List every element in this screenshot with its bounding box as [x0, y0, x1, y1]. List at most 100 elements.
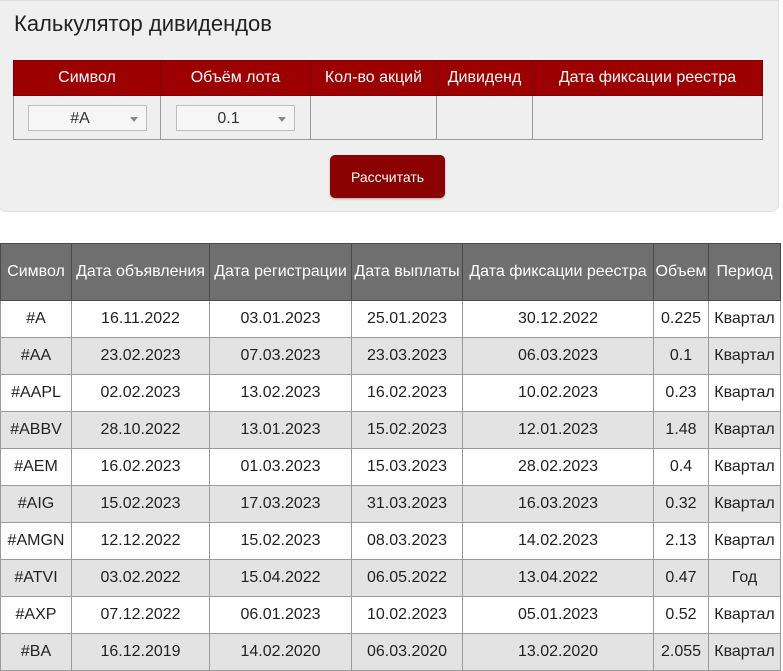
table-row: #AEM 16.02.2023 01.03.2023 15.03.2023 28.02.…	[0, 448, 781, 486]
record-date-cell: 16.03.2023	[462, 485, 654, 523]
registration-date-cell: 13.01.2023	[209, 411, 352, 449]
table-row: #AIG 15.02.2023 17.03.2023 31.03.2023 16.03.…	[0, 485, 781, 523]
table-row: #ATVI 03.02.2022 15.04.2022 06.05.2022 13.04…	[0, 559, 781, 597]
symbol-select[interactable]: #A	[27, 104, 147, 131]
calc-header-record-date: Дата фиксации реестра	[532, 60, 763, 96]
table-row: #AA 23.02.2023 07.03.2023 23.03.2023 06.03.2…	[0, 337, 781, 375]
record-date-cell: 14.02.2023	[462, 522, 654, 560]
payment-date-cell: 10.02.2023	[351, 596, 463, 634]
calc-header-lot: Объём лота	[160, 60, 311, 96]
record-date-cell: 13.02.2020	[462, 633, 654, 671]
volume-cell: 1.48	[653, 411, 709, 449]
payment-date-cell: 16.02.2023	[351, 374, 463, 412]
symbol-cell: #A	[13, 95, 161, 140]
period-cell: Квартал	[708, 374, 781, 412]
record-date-cell: 28.02.2023	[462, 448, 654, 486]
dividends-table-body: #A 16.11.2022 03.01.2023 25.01.2023 30.12.20…	[0, 300, 781, 671]
record-date-result-cell	[532, 95, 763, 140]
record-date-cell: 13.04.2022	[462, 559, 654, 597]
record-date-cell: 30.12.2022	[462, 300, 654, 338]
volume-cell: 0.225	[653, 300, 709, 338]
period-cell: Квартал	[708, 596, 781, 634]
calculator-header-row: Символ Объём лота Кол-во акций Дивиденд …	[13, 60, 763, 96]
period-cell: Квартал	[708, 522, 781, 560]
header-registration-date[interactable]: Дата регистрации	[209, 243, 352, 301]
payment-date-cell: 15.03.2023	[351, 448, 463, 486]
symbol-cell: #AA	[0, 337, 72, 375]
volume-cell: 0.52	[653, 596, 709, 634]
payment-date-cell: 06.05.2022	[351, 559, 463, 597]
period-cell: Квартал	[708, 337, 781, 375]
registration-date-cell: 13.02.2023	[209, 374, 352, 412]
symbol-cell: #AMGN	[0, 522, 72, 560]
table-row: #AAPL 02.02.2023 13.02.2023 16.02.2023 10.02…	[0, 374, 781, 412]
payment-date-cell: 23.03.2023	[351, 337, 463, 375]
payment-date-cell: 25.01.2023	[351, 300, 463, 338]
announce-date-cell: 15.02.2023	[71, 485, 210, 523]
table-row: #A 16.11.2022 03.01.2023 25.01.2023 30.12.20…	[0, 300, 781, 338]
symbol-cell: #ABBV	[0, 411, 72, 449]
announce-date-cell: 12.12.2022	[71, 522, 210, 560]
period-cell: Квартал	[708, 300, 781, 338]
symbol-cell: #AIG	[0, 485, 72, 523]
header-announce-date[interactable]: Дата объявления	[71, 243, 210, 301]
announce-date-cell: 03.02.2022	[71, 559, 210, 597]
calculator-input-row: #A 0.1	[13, 95, 763, 140]
header-symbol[interactable]: Символ	[0, 243, 72, 301]
announce-date-cell: 16.12.2019	[71, 633, 210, 671]
calculator-table: Символ Объём лота Кол-во акций Дивиденд …	[13, 60, 763, 140]
header-period[interactable]: Период	[708, 243, 781, 301]
volume-cell: 0.4	[653, 448, 709, 486]
table-row: #ABBV 28.10.2022 13.01.2023 15.02.2023 12.01…	[0, 411, 781, 449]
symbol-cell: #A	[0, 300, 72, 338]
period-cell: Квартал	[708, 411, 781, 449]
registration-date-cell: 03.01.2023	[209, 300, 352, 338]
calculate-button[interactable]: Рассчитать	[330, 155, 445, 198]
volume-cell: 0.47	[653, 559, 709, 597]
table-row: #AMGN 12.12.2022 15.02.2023 08.03.2023 14.02…	[0, 522, 781, 560]
dividend-result-cell	[436, 95, 533, 140]
volume-cell: 2.13	[653, 522, 709, 560]
dividends-header-row: Символ Дата объявления Дата регистрации Дат…	[0, 243, 781, 301]
announce-date-cell: 02.02.2023	[71, 374, 210, 412]
symbol-cell: #AXP	[0, 596, 72, 634]
header-payment-date[interactable]: Дата выплаты	[351, 243, 463, 301]
announce-date-cell: 07.12.2022	[71, 596, 210, 634]
calc-header-dividend: Дивиденд	[436, 60, 533, 96]
table-row: #AXP 07.12.2022 06.01.2023 10.02.2023 05.01.…	[0, 596, 781, 634]
registration-date-cell: 15.02.2023	[209, 522, 352, 560]
announce-date-cell: 23.02.2023	[71, 337, 210, 375]
record-date-cell: 12.01.2023	[462, 411, 654, 449]
chevron-down-icon	[129, 116, 138, 122]
symbol-cell: #AEM	[0, 448, 72, 486]
payment-date-cell: 08.03.2023	[351, 522, 463, 560]
dividend-calculator-panel: Калькулятор дивидендов Символ Объём лота…	[0, 0, 779, 212]
volume-cell: 2.055	[653, 633, 709, 671]
header-volume[interactable]: Объем	[653, 243, 709, 301]
dividends-table: Символ Дата объявления Дата регистрации Дат…	[0, 243, 781, 671]
registration-date-cell: 06.01.2023	[209, 596, 352, 634]
registration-date-cell: 15.04.2022	[209, 559, 352, 597]
lot-cell: 0.1	[160, 95, 311, 140]
header-record-date[interactable]: Дата фиксации реестра	[462, 243, 654, 301]
volume-cell: 0.1	[653, 337, 709, 375]
registration-date-cell: 07.03.2023	[209, 337, 352, 375]
lot-select[interactable]: 0.1	[176, 104, 295, 131]
announce-date-cell: 28.10.2022	[71, 411, 210, 449]
calc-header-symbol: Символ	[13, 60, 161, 96]
calculator-title: Калькулятор дивидендов	[14, 11, 272, 36]
payment-date-cell: 06.03.2020	[351, 633, 463, 671]
payment-date-cell: 15.02.2023	[351, 411, 463, 449]
registration-date-cell: 01.03.2023	[209, 448, 352, 486]
shares-result-cell	[310, 95, 437, 140]
record-date-cell: 10.02.2023	[462, 374, 654, 412]
calc-header-shares: Кол-во акций	[310, 60, 437, 96]
registration-date-cell: 14.02.2020	[209, 633, 352, 671]
record-date-cell: 06.03.2023	[462, 337, 654, 375]
lot-select-value: 0.1	[217, 109, 240, 127]
announce-date-cell: 16.11.2022	[71, 300, 210, 338]
table-row: #BA 16.12.2019 14.02.2020 06.03.2020 13.02.2…	[0, 633, 781, 671]
symbol-cell: #BA	[0, 633, 72, 671]
period-cell: Квартал	[708, 485, 781, 523]
chevron-down-icon	[278, 116, 286, 122]
